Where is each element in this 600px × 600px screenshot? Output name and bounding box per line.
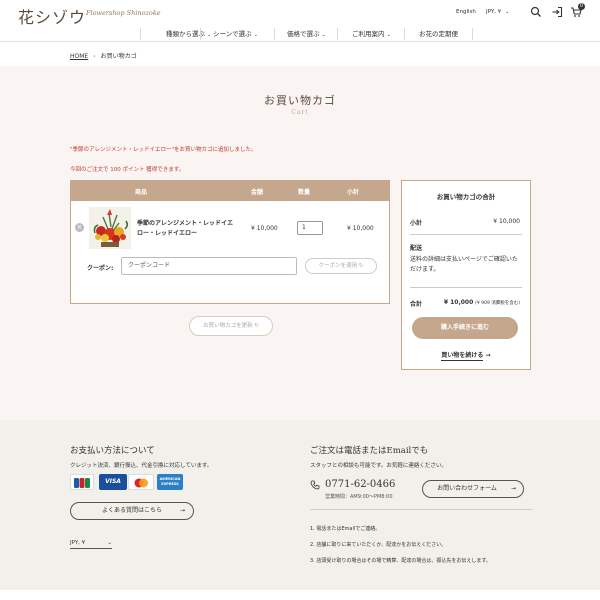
nav-divider xyxy=(472,28,473,40)
nav-item-guide[interactable]: ご利用案内 ⌄ xyxy=(352,28,391,40)
cart-table: 商品 金額 数量 小計 × 季節のアレンジメント・レッドイエロー・レッドイエロー… xyxy=(70,180,390,304)
phone-icon xyxy=(310,480,320,490)
remove-item-icon[interactable]: × xyxy=(75,223,84,232)
phone-order-text: スタッフとの相談も可能です。お気軽に連絡ください。 xyxy=(310,463,447,469)
apply-coupon-label: クーポンを適用 xyxy=(318,263,358,269)
chevron-down-icon: ⌄ xyxy=(107,540,112,546)
breadcrumb: HOME › お買い物カゴ xyxy=(70,51,137,60)
language-switch[interactable]: English xyxy=(456,9,476,15)
phone-number[interactable]: 0771-62-0466 xyxy=(325,479,395,490)
column-product: 商品 xyxy=(135,189,148,196)
breadcrumb-home[interactable]: HOME xyxy=(70,53,88,60)
nav-item-types[interactable]: 種類から選ぶ ⌄ xyxy=(166,28,211,40)
contact-form-label: お問い合わせフォーム xyxy=(437,485,497,492)
business-hours: 営業時間：AM9:00〜PM8:00 xyxy=(325,494,393,500)
order-note-1: 1. 電話またはEmailでご連絡。 xyxy=(310,526,381,532)
subtotal-value: ¥ 10,000 xyxy=(493,218,520,225)
nav-divider xyxy=(140,28,141,40)
arrow-right-icon: → xyxy=(510,485,516,492)
shipping-label: 配送 xyxy=(410,245,423,252)
continue-shopping-label: 買い物を続ける xyxy=(441,352,484,361)
payment-title: お支払い方法について xyxy=(70,446,155,456)
visa-card-icon: VISA xyxy=(99,474,127,490)
jcb-logo xyxy=(74,478,90,488)
total-value: ¥ 10,000 xyxy=(443,299,474,306)
chevron-down-icon: ⌄ xyxy=(505,9,510,15)
divider xyxy=(310,509,532,510)
product-image[interactable] xyxy=(89,207,131,249)
shipping-text: 送料の詳細は支払いページでご確認いただけます。 xyxy=(410,256,518,273)
nav-divider xyxy=(200,28,201,40)
coupon-label: クーポン: xyxy=(87,265,114,272)
currency-value: JPY, ¥ xyxy=(486,9,502,15)
nav-item-scenes[interactable]: シーンで選ぶ ⌄ xyxy=(213,28,258,40)
phone-order-title: ご注文は電話またはEmailでも xyxy=(310,446,429,456)
contact-form-button[interactable]: お問い合わせフォーム → xyxy=(422,480,524,498)
product-subtotal: ¥ 10,000 xyxy=(347,225,374,232)
payment-text: クレジット決済、銀行振込、代金引換に対応しています。 xyxy=(70,463,213,469)
column-subtotal: 小計 xyxy=(347,189,360,196)
faq-label: よくある質問はこちら xyxy=(101,507,162,514)
total-label: 合計 xyxy=(410,301,423,308)
update-cart-label: お買い物カゴを更新 xyxy=(203,323,253,329)
cart-count-badge: 0 xyxy=(578,3,585,10)
jcb-card-icon xyxy=(70,474,94,490)
nav-item-subscription[interactable]: お花の定期便 xyxy=(419,28,458,40)
quantity-input[interactable]: 1 xyxy=(297,221,323,235)
main-nav: 種類から選ぶ ⌄ シーンで選ぶ ⌄ 価格で選ぶ ⌄ ご利用案内 ⌄ お花の定期便 xyxy=(0,26,600,42)
breadcrumb-current: お買い物カゴ xyxy=(100,53,137,60)
footer-currency-select[interactable]: JPY, ¥ ⌄ xyxy=(70,540,112,549)
product-name[interactable]: 季節のアレンジメント・レッドイエロー・レッドイエロー xyxy=(137,219,237,239)
flower-arrangement-image xyxy=(89,207,131,249)
cart-totals-title: お買い物カゴの合計 xyxy=(436,193,496,201)
logo-subtitle: Flowershop Shinozoke xyxy=(86,9,161,17)
checkout-button[interactable]: 購入手続きに進む xyxy=(412,317,518,339)
order-note-3: 3. 店頭受け取りの場合はその場で精算、配達の場合は、振込先をお伝えします。 xyxy=(310,558,491,564)
nav-divider xyxy=(404,28,405,40)
login-icon[interactable] xyxy=(551,6,563,18)
cart-totals: お買い物カゴの合計 小計 ¥ 10,000 配送 送料の詳細は支払いページでご確… xyxy=(401,180,531,370)
nav-divider xyxy=(274,28,275,40)
page-subtitle: Cart xyxy=(291,109,309,116)
cart-added-notice: "季節のアレンジメント・レッドイエロー"をお買い物カゴに追加しました。 xyxy=(70,147,257,153)
chevron-right-icon: › xyxy=(93,53,96,60)
subtotal-label: 小計 xyxy=(410,220,423,227)
faq-button[interactable]: よくある質問はこちら → xyxy=(70,502,194,520)
footer-currency-value: JPY, ¥ xyxy=(70,540,86,546)
column-quantity: 数量 xyxy=(298,189,311,196)
tax-note: (¥ 909 消費税を含む) xyxy=(475,301,520,306)
currency-select[interactable]: JPY, ¥ ⌄ xyxy=(486,9,509,15)
coupon-input[interactable]: クーポンコード xyxy=(121,257,297,275)
page-title: お買い物カゴ xyxy=(264,94,336,107)
nav-divider xyxy=(337,28,338,40)
mastercard-logo xyxy=(134,478,148,488)
update-cart-button[interactable]: お買い物カゴを更新 ↻ xyxy=(189,316,273,336)
top-header: 花シゾウ Flowershop Shinozoke English JPY, ¥… xyxy=(0,0,600,28)
logo[interactable]: 花シゾウ xyxy=(18,4,86,28)
apply-coupon-button[interactable]: クーポンを適用 ↻ xyxy=(305,258,377,274)
refresh-icon: ↻ xyxy=(254,323,259,329)
cart-table-header: 商品 金額 数量 小計 xyxy=(71,181,389,201)
mastercard-icon xyxy=(128,474,154,490)
arrow-right-icon: → xyxy=(179,507,185,514)
column-price: 金額 xyxy=(251,189,264,196)
nav-item-price[interactable]: 価格で選ぶ ⌄ xyxy=(287,28,326,40)
order-note-2: 2. 店舗に取りに来ていただくか、配達かをお伝えください。 xyxy=(310,542,447,548)
total-amount: ¥ 10,000 (¥ 909 消費税を含む) xyxy=(444,299,520,306)
divider xyxy=(410,234,522,235)
continue-shopping-link[interactable]: 買い物を続ける → xyxy=(402,350,530,361)
search-icon[interactable] xyxy=(530,6,542,18)
divider xyxy=(410,287,522,288)
arrow-right-icon: → xyxy=(485,352,491,359)
product-price: ¥ 10,000 xyxy=(251,225,278,232)
points-notice: 今回のご注文で 100 ポイント 獲得できます。 xyxy=(70,167,185,173)
amex-card-icon: AMERICAN EXPRESS xyxy=(157,474,183,490)
refresh-icon: ↻ xyxy=(358,263,364,269)
